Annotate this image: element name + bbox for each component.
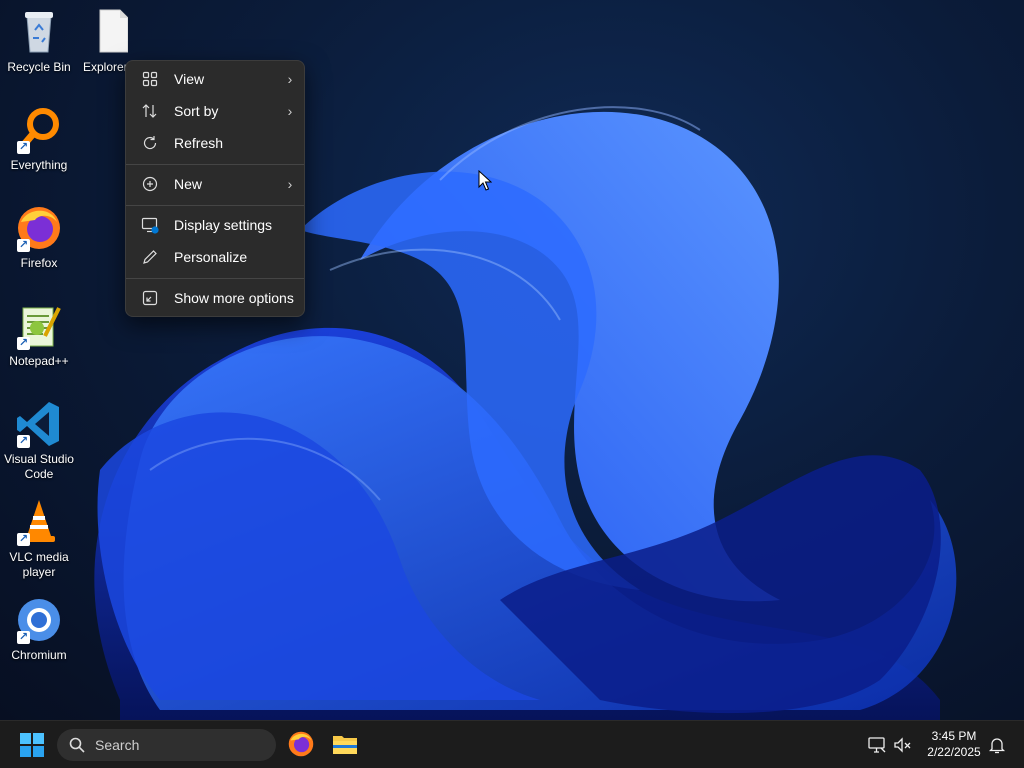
- search-placeholder: Search: [95, 737, 140, 753]
- grid-icon: [140, 69, 160, 89]
- desktop-icon-everything[interactable]: ↗ Everything: [0, 106, 78, 173]
- clock-time: 3:45 PM: [931, 729, 977, 743]
- start-button[interactable]: [20, 733, 44, 757]
- display-settings-icon: [140, 215, 160, 235]
- menu-item-label: Personalize: [174, 249, 248, 265]
- taskbar: Search 3:45 PM 2/22/2025: [0, 720, 1024, 768]
- menu-item-new[interactable]: New ›: [130, 169, 300, 199]
- menu-separator: [126, 278, 304, 279]
- everything-icon: ↗: [15, 106, 63, 154]
- taskbar-search-box[interactable]: Search: [57, 729, 276, 761]
- refresh-icon: [140, 133, 160, 153]
- desktop-icon-label: Recycle Bin: [7, 60, 71, 74]
- menu-item-refresh[interactable]: Refresh: [130, 128, 300, 158]
- search-icon: [69, 737, 85, 753]
- desktop-icon-firefox[interactable]: ↗ Firefox: [0, 204, 78, 271]
- firefox-icon: ↗: [15, 204, 63, 252]
- menu-separator: [126, 164, 304, 165]
- menu-item-label: Sort by: [174, 103, 219, 119]
- desktop-icon-notepad-plus-plus[interactable]: ↗ Notepad++: [0, 302, 78, 369]
- file-icon: [90, 8, 128, 56]
- file-explorer-icon: [333, 736, 357, 754]
- desktop-icon-label: VLC media player: [9, 550, 69, 579]
- desktop-icon-label: Visual Studio Code: [4, 452, 74, 481]
- sort-icon: [140, 101, 160, 121]
- chevron-right-icon: ›: [287, 176, 293, 192]
- desktop-icon-label: Firefox: [20, 256, 58, 270]
- vlc-icon: ↗: [15, 498, 63, 546]
- desktop-icon-label: Notepad++: [9, 354, 69, 368]
- menu-item-label: Refresh: [174, 135, 224, 151]
- pencil-icon: [140, 247, 160, 267]
- shortcut-arrow-icon: ↗: [17, 337, 30, 350]
- shortcut-arrow-icon: ↗: [17, 435, 30, 448]
- menu-item-show-more-options[interactable]: Show more options: [130, 283, 300, 313]
- desktop-icon-chromium[interactable]: ↗ Chromium: [0, 596, 78, 663]
- volume-muted-icon[interactable]: [893, 735, 913, 755]
- desktop-icon-recycle-bin[interactable]: Recycle Bin: [0, 8, 78, 75]
- desktop-icon-label: Chromium: [11, 648, 67, 662]
- windows-logo-icon: [20, 733, 44, 757]
- chevron-right-icon: ›: [287, 103, 293, 119]
- notepad-plus-plus-icon: ↗: [15, 302, 63, 350]
- desktop-icon-label: Explorer++: [83, 60, 128, 74]
- more-options-icon: [140, 288, 160, 308]
- network-icon[interactable]: [867, 735, 887, 755]
- shortcut-arrow-icon: ↗: [17, 533, 30, 546]
- menu-separator: [126, 205, 304, 206]
- recycle-bin-icon: [15, 8, 63, 56]
- shortcut-arrow-icon: ↗: [17, 631, 30, 644]
- menu-item-label: New: [174, 176, 203, 192]
- menu-item-display-settings[interactable]: Display settings: [130, 210, 300, 240]
- desktop-icon-label: Everything: [10, 158, 68, 172]
- plus-circle-icon: [140, 174, 160, 194]
- system-clock[interactable]: 3:45 PM 2/22/2025: [921, 728, 987, 760]
- desktop-icon-vlc[interactable]: ↗ VLC media player: [0, 498, 78, 580]
- firefox-icon: [288, 731, 314, 757]
- desktop-icon-vscode[interactable]: ↗ Visual Studio Code: [0, 400, 78, 482]
- desktop-context-menu: View › Sort by › Refresh New › Display s…: [125, 60, 305, 317]
- mouse-cursor-icon: [478, 169, 493, 197]
- chevron-right-icon: ›: [287, 71, 293, 87]
- taskbar-file-explorer-button[interactable]: [331, 730, 359, 758]
- menu-item-label: View: [174, 71, 205, 87]
- menu-item-label: Display settings: [174, 217, 273, 233]
- chromium-icon: ↗: [15, 596, 63, 644]
- clock-date: 2/22/2025: [927, 745, 981, 759]
- taskbar-firefox-button[interactable]: [287, 730, 315, 758]
- shortcut-arrow-icon: ↗: [17, 239, 30, 252]
- menu-item-sort-by[interactable]: Sort by ›: [130, 96, 300, 126]
- menu-item-label: Show more options: [174, 290, 294, 306]
- notification-bell-icon[interactable]: [987, 735, 1007, 755]
- menu-item-personalize[interactable]: Personalize: [130, 242, 300, 272]
- menu-item-view[interactable]: View ›: [130, 64, 300, 94]
- shortcut-arrow-icon: ↗: [17, 141, 30, 154]
- desktop-icon-explorer-plus-plus[interactable]: Explorer++: [78, 8, 128, 75]
- vscode-icon: ↗: [15, 400, 63, 448]
